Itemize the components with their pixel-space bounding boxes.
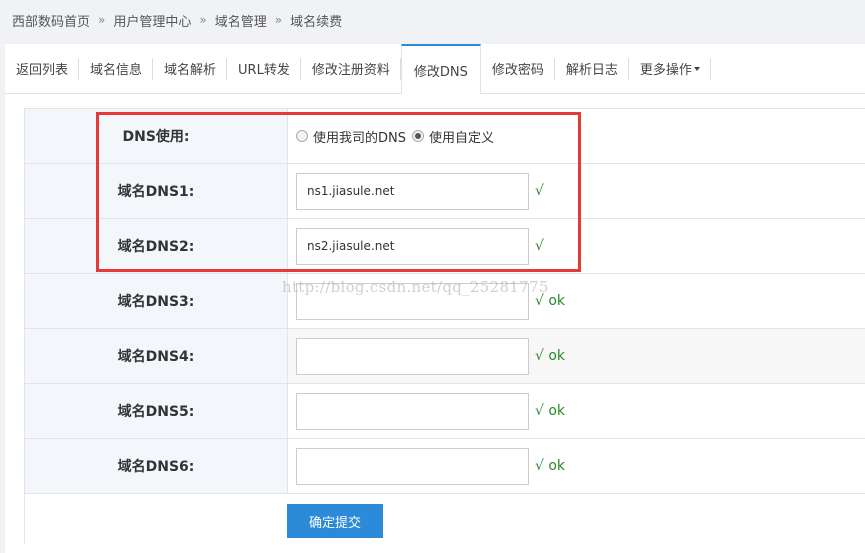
dns1-input[interactable] [296,172,529,210]
dns-use-options: 使用我司的DNS 使用自定义 [288,109,865,163]
radio-custom-dns-label[interactable]: 使用自定义 [429,127,494,146]
breadcrumb-separator: » [98,13,106,27]
tab-more-actions-label: 更多操作 [639,63,692,78]
dns2-label: 域名DNS2: [25,219,288,273]
dns1-label: 域名DNS1: [25,164,288,218]
content-panel: DNS使用: 使用我司的DNS 使用自定义 域名DNS1: √ 域名DNS2: … [5,94,865,553]
radio-custom-dns[interactable] [412,130,424,142]
dns6-status: √ ok [535,458,566,474]
tab-edit-dns[interactable]: 修改DNS [400,44,481,94]
tab-url-forward[interactable]: URL转发 [227,44,301,93]
tab-resolve-log[interactable]: 解析日志 [555,44,629,93]
submit-row: 确定提交 [25,494,865,544]
tab-more-actions[interactable]: 更多操作 [629,44,711,93]
chevron-down-icon [693,66,700,71]
breadcrumb: 西部数码首页 » 用户管理中心 » 域名管理 » 域名续费 [0,0,865,40]
tab-bar: 返回列表 域名信息 域名解析 URL转发 修改注册资料 修改DNS 修改密码 解… [5,44,865,94]
breadcrumb-domain-management[interactable]: 域名管理 [215,11,267,30]
tab-edit-registration[interactable]: 修改注册资料 [301,44,401,93]
dns3-label: 域名DNS3: [25,274,288,328]
dns6-row: 域名DNS6: √ ok [25,439,865,494]
dns2-status: √ [535,238,544,254]
breadcrumb-current: 域名续费 [290,14,343,30]
breadcrumb-home[interactable]: 西部数码首页 [12,11,90,30]
tab-back-to-list[interactable]: 返回列表 [5,44,80,93]
tab-domain-info[interactable]: 域名信息 [79,44,154,93]
dns-use-label: DNS使用: [25,109,288,163]
dns1-status: √ [535,183,544,199]
breadcrumb-user-center[interactable]: 用户管理中心 [113,11,191,30]
dns4-row: 域名DNS4: √ ok [25,329,865,384]
dns2-row: 域名DNS2: √ [25,219,865,274]
dns4-status: √ ok [535,348,566,364]
submit-button[interactable]: 确定提交 [287,504,383,538]
dns5-status: √ ok [535,403,566,419]
dns-use-row: DNS使用: 使用我司的DNS 使用自定义 [25,109,865,164]
dns3-row: 域名DNS3: √ ok [25,274,865,329]
breadcrumb-separator: » [274,13,283,27]
dns4-input[interactable] [296,337,529,375]
dns-form: DNS使用: 使用我司的DNS 使用自定义 域名DNS1: √ 域名DNS2: … [24,108,865,544]
dns1-row: 域名DNS1: √ [25,164,865,219]
dns3-input[interactable] [296,282,529,320]
tab-domain-resolve[interactable]: 域名解析 [153,44,228,93]
breadcrumb-separator: » [199,13,207,27]
dns6-input[interactable] [296,447,529,485]
tab-change-password[interactable]: 修改密码 [481,44,555,93]
radio-our-dns[interactable] [296,130,308,142]
dns4-label: 域名DNS4: [25,329,288,383]
radio-our-dns-label[interactable]: 使用我司的DNS [313,127,406,146]
dns3-status: √ ok [535,293,566,309]
dns5-input[interactable] [296,392,529,430]
dns5-row: 域名DNS5: √ ok [25,384,865,439]
dns2-input[interactable] [296,227,529,265]
dns5-label: 域名DNS5: [25,384,288,438]
dns6-label: 域名DNS6: [25,439,288,493]
